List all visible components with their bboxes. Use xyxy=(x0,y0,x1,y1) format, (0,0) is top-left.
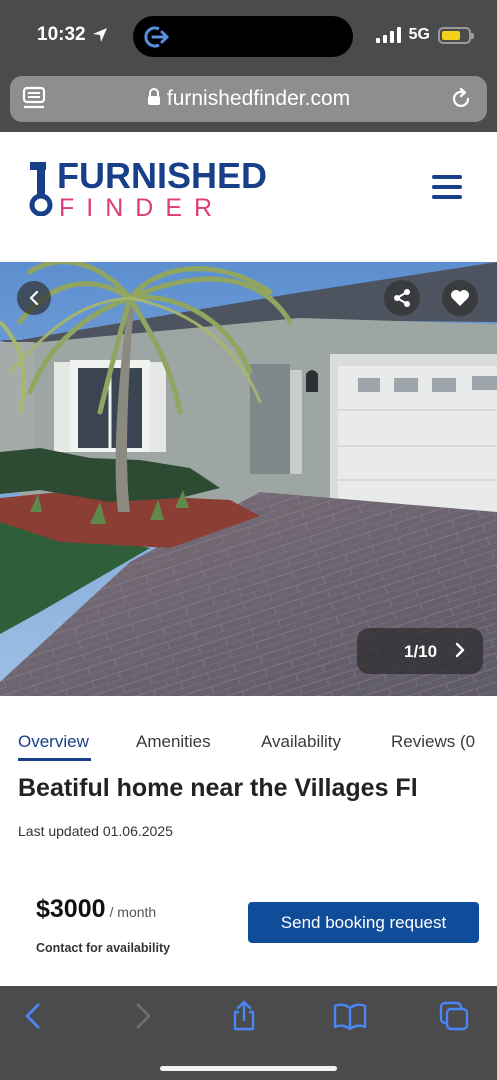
key-logo-icon xyxy=(29,162,53,216)
forward-icon[interactable] xyxy=(126,1000,158,1032)
listing-title: Beatiful home near the Villages Fl xyxy=(18,774,418,802)
address-bar[interactable]: furnishedfinder.com xyxy=(10,76,487,122)
furnished-finder-logo[interactable]: FURNISHED FINDER xyxy=(26,156,267,222)
island-activity-icon xyxy=(144,26,169,48)
reload-icon[interactable] xyxy=(449,87,473,111)
tab-overview[interactable]: Overview xyxy=(18,732,89,752)
bookmarks-icon[interactable] xyxy=(332,1000,368,1032)
status-bar: 10:32 5G xyxy=(0,0,497,74)
hamburger-icon[interactable] xyxy=(432,175,462,199)
tab-amenities[interactable]: Amenities xyxy=(136,732,211,752)
browser-toolbar: furnishedfinder.com xyxy=(0,74,497,132)
heart-icon xyxy=(451,290,469,306)
active-tab-indicator xyxy=(18,758,91,761)
share-button[interactable] xyxy=(384,280,420,316)
price: $3000/ month xyxy=(36,895,156,924)
back-icon[interactable] xyxy=(18,1000,50,1032)
send-booking-request-button[interactable]: Send booking request xyxy=(248,902,479,943)
chevron-left-icon xyxy=(29,290,39,306)
chevron-right-icon[interactable] xyxy=(453,641,467,659)
status-indicators: 5G xyxy=(375,26,474,44)
dynamic-island xyxy=(133,16,353,57)
url-display[interactable]: furnishedfinder.com xyxy=(10,87,487,111)
price-amount: $3000 xyxy=(36,895,106,923)
network-label: 5G xyxy=(408,26,430,43)
gallery-counter[interactable]: 1/10 xyxy=(357,628,483,674)
tab-reviews[interactable]: Reviews (0 xyxy=(391,732,475,752)
favorite-button[interactable] xyxy=(442,280,478,316)
last-updated: Last updated 01.06.2025 xyxy=(18,823,173,839)
time-label: 10:32 xyxy=(37,24,86,45)
home-indicator[interactable] xyxy=(160,1066,337,1071)
share-icon xyxy=(394,289,410,307)
location-arrow-icon xyxy=(92,28,107,42)
lock-icon xyxy=(147,88,160,105)
status-time: 10:32 xyxy=(37,24,108,46)
signal-icon xyxy=(375,27,401,43)
battery-icon xyxy=(438,26,474,44)
tabs-icon[interactable] xyxy=(438,1000,470,1032)
share-sheet-icon[interactable] xyxy=(228,1000,260,1032)
page: 10:32 5G furnishedfinder.com FURNISHED F… xyxy=(0,0,497,1080)
price-unit: / month xyxy=(109,904,157,920)
availability-note: Contact for availability xyxy=(36,941,171,955)
site-header: FURNISHED FINDER xyxy=(0,132,497,262)
url-text: furnishedfinder.com xyxy=(166,87,351,110)
tab-availability[interactable]: Availability xyxy=(261,732,341,752)
gallery-prev-button[interactable] xyxy=(17,281,51,315)
gallery-counter-text: 1/10 xyxy=(404,642,438,661)
logo-text-bottom: FINDER xyxy=(59,194,225,222)
listing-tabs: Overview Amenities Availability Reviews … xyxy=(0,726,497,761)
logo-text-top: FURNISHED xyxy=(57,155,268,196)
